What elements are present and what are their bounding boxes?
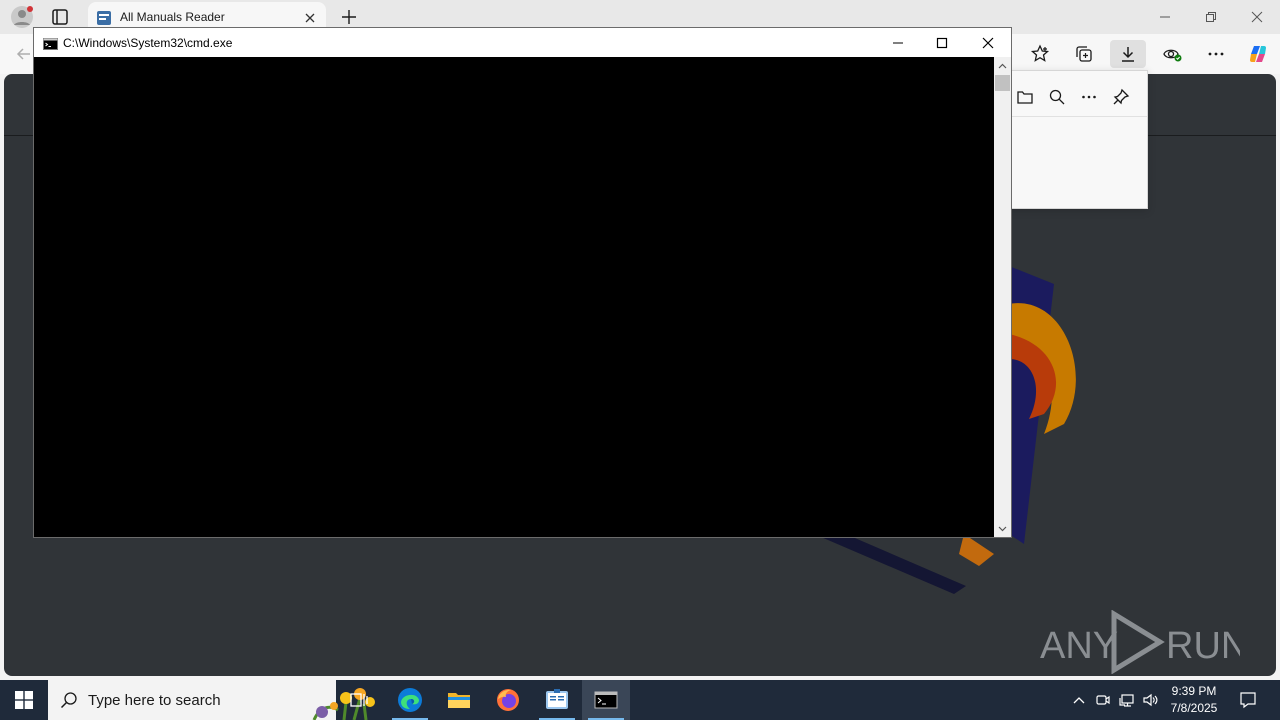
minimize-icon[interactable] <box>1142 0 1188 34</box>
profile-icon[interactable] <box>10 5 34 29</box>
more-icon[interactable] <box>1198 40 1234 68</box>
copilot-icon[interactable] <box>1240 40 1276 68</box>
terminal-icon[interactable] <box>582 680 630 720</box>
tab-actions-icon[interactable] <box>50 7 70 27</box>
task-view-icon[interactable] <box>336 680 384 720</box>
cmd-titlebar[interactable]: C:\Windows\System32\cmd.exe <box>34 28 1011 57</box>
windows-start-icon[interactable] <box>0 680 48 720</box>
downloads-panel <box>1004 70 1148 209</box>
pin-icon[interactable] <box>1109 85 1133 109</box>
back-icon[interactable] <box>14 44 34 64</box>
network-icon[interactable] <box>1116 680 1138 720</box>
scroll-down-icon[interactable] <box>994 520 1011 537</box>
chevron-up-icon[interactable] <box>1068 680 1090 720</box>
download-icon[interactable] <box>1110 40 1146 68</box>
search-placeholder: Type here to search <box>88 692 221 709</box>
scrollbar-thumb[interactable] <box>995 75 1010 91</box>
clock-time: 9:39 PM <box>1171 684 1217 698</box>
app-favicon <box>96 10 112 26</box>
favorites-icon[interactable] <box>1022 40 1058 68</box>
notification-icon[interactable] <box>1232 680 1264 720</box>
anyrun-watermark: ANY RUN <box>1040 609 1248 675</box>
extensions-icon[interactable] <box>1154 40 1190 68</box>
taskbar-search-box[interactable]: Type here to search <box>48 680 375 720</box>
folder-icon[interactable] <box>1013 85 1037 109</box>
cmd-title: C:\Windows\System32\cmd.exe <box>63 36 233 50</box>
search-icon <box>60 691 78 709</box>
watermark-right: RUN <box>1166 625 1240 667</box>
tab-title: All Manuals Reader <box>120 10 225 24</box>
close-icon[interactable] <box>965 28 1011 57</box>
collections-icon[interactable] <box>1066 40 1102 68</box>
volume-icon[interactable] <box>1140 680 1162 720</box>
watermark-left: ANY <box>1040 625 1118 667</box>
maximize-icon[interactable] <box>919 28 965 57</box>
console-output[interactable] <box>34 57 994 537</box>
search-icon[interactable] <box>1045 85 1069 109</box>
cmd-window[interactable]: C:\Windows\System32\cmd.exe <box>33 27 1012 538</box>
manuals-app-icon[interactable] <box>533 680 581 720</box>
new-tab-icon[interactable] <box>338 6 360 28</box>
meet-now-icon[interactable] <box>1092 680 1114 720</box>
edge-icon[interactable] <box>386 680 434 720</box>
system-clock[interactable]: 9:39 PM 7/8/2025 <box>1160 683 1228 717</box>
close-icon[interactable] <box>1234 0 1280 34</box>
panel-divider <box>1005 116 1147 117</box>
taskbar: Type here to search 9:39 PM 7/8/2025 <box>0 680 1280 720</box>
cmd-icon <box>43 37 58 50</box>
close-icon[interactable] <box>302 10 318 26</box>
more-icon[interactable] <box>1077 85 1101 109</box>
clock-date: 7/8/2025 <box>1170 701 1218 715</box>
file-explorer-icon[interactable] <box>435 680 483 720</box>
scroll-up-icon[interactable] <box>994 57 1011 74</box>
firefox-icon[interactable] <box>484 680 532 720</box>
restore-icon[interactable] <box>1188 0 1234 34</box>
console-scrollbar[interactable] <box>994 57 1011 537</box>
minimize-icon[interactable] <box>875 28 921 57</box>
